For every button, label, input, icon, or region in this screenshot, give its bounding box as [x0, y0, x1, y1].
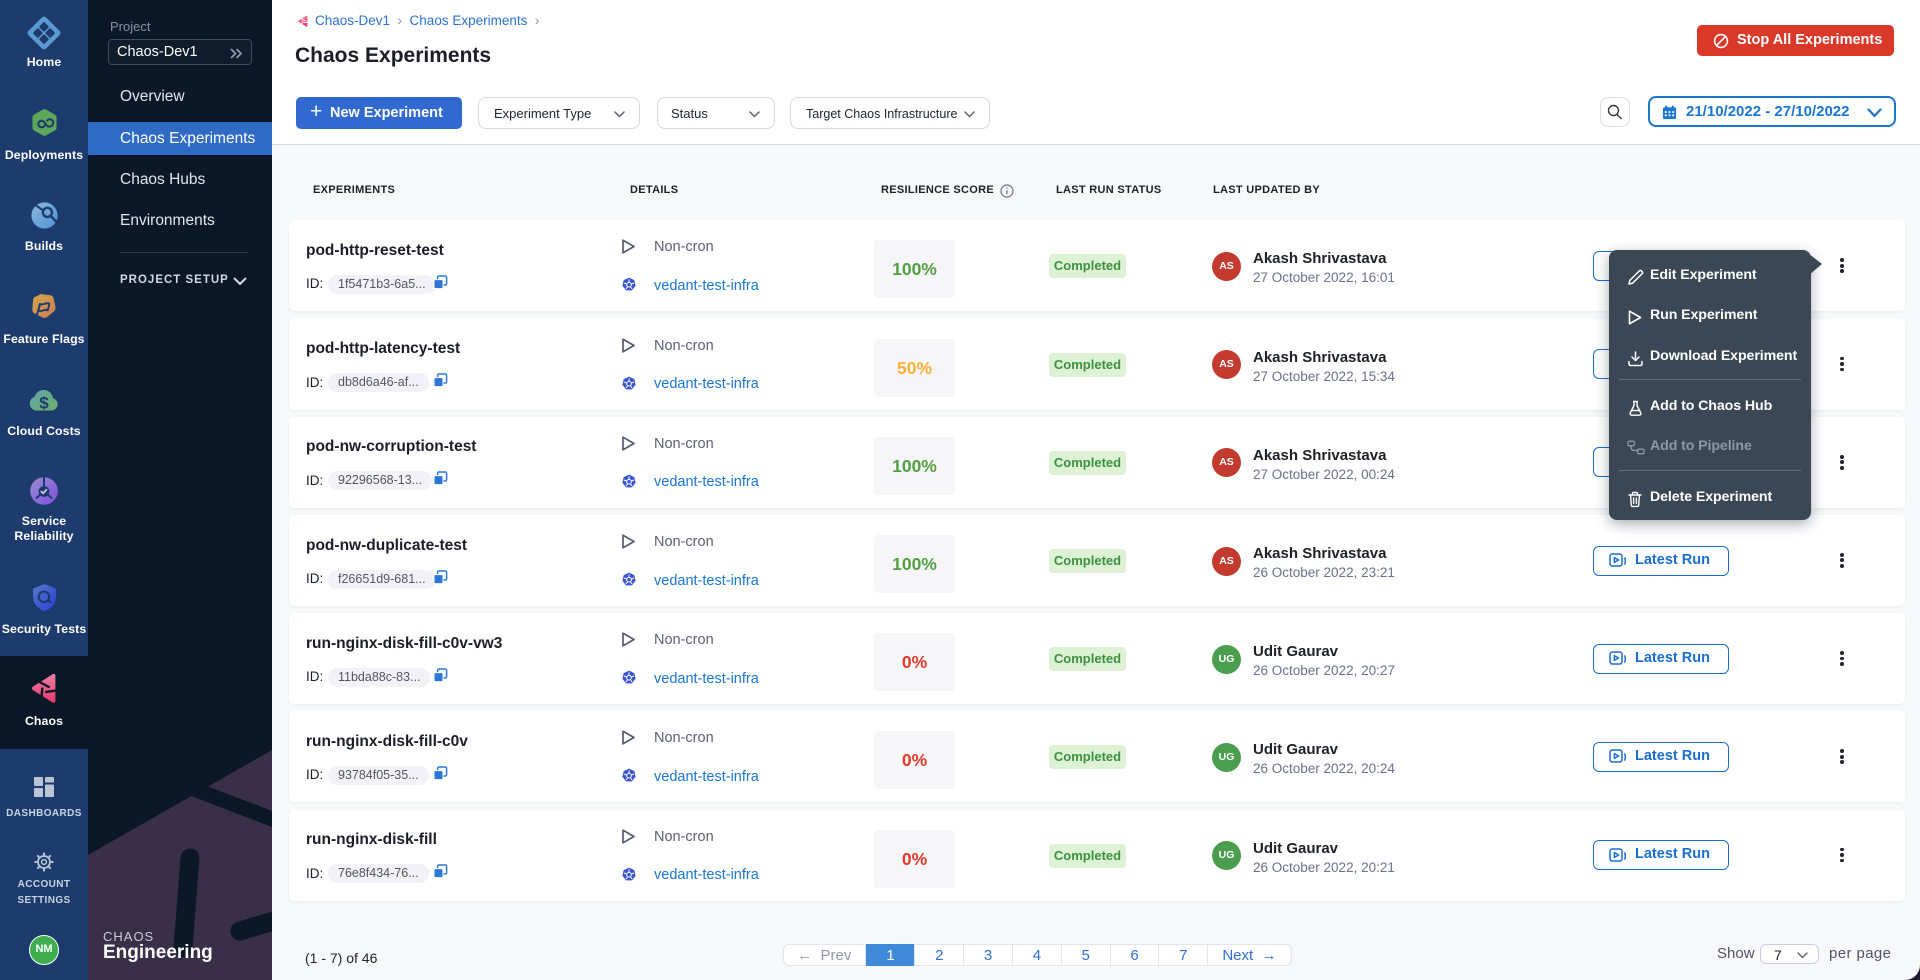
svg-text:$: $ [39, 394, 49, 413]
